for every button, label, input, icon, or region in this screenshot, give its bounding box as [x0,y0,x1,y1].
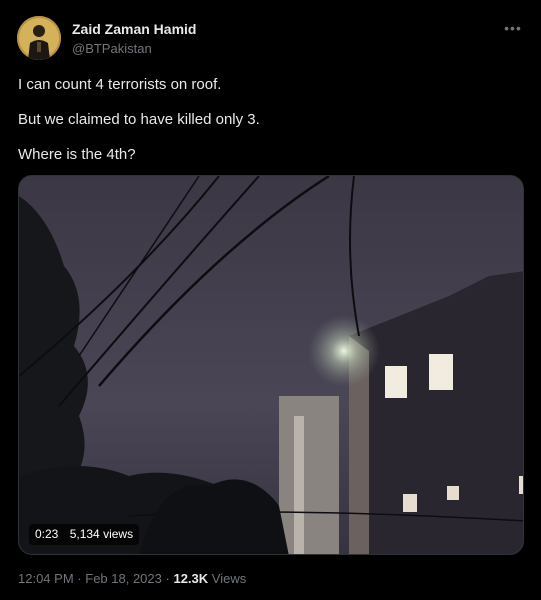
view-label: Views [211,571,247,586]
tweet-text: I can count 4 terrorists on roof. But we… [18,76,518,181]
avatar[interactable] [17,16,61,60]
tweet-line: I can count 4 terrorists on roof. [18,76,222,93]
video-frame [19,176,523,554]
tweet: Zaid Zaman Hamid @BTPakistan ••• I can c… [0,0,541,600]
tweet-meta: 12:04 PM · Feb 18, 2023 · 12.3K Views [18,571,246,586]
video-views: 5,134 views [69,527,134,541]
meta-separator: · [77,571,82,586]
meta-separator: · [165,571,170,586]
tweet-date[interactable]: Feb 18, 2023 [85,571,162,586]
author-block: Zaid Zaman Hamid @BTPakistan [72,21,196,57]
more-horizontal-icon[interactable]: ••• [503,18,523,38]
video-player[interactable] [18,175,524,555]
video-duration: 0:23 [35,527,59,541]
video-info-badge: 0:23 5,134 views [29,524,140,545]
tweet-line: But we claimed to have killed only 3. [18,111,260,128]
tweet-line: Where is the 4th? [18,146,136,163]
author-name[interactable]: Zaid Zaman Hamid [72,21,196,38]
tweet-time[interactable]: 12:04 PM [18,571,74,586]
view-count[interactable]: 12.3K [173,571,208,586]
author-handle[interactable]: @BTPakistan [72,40,196,57]
